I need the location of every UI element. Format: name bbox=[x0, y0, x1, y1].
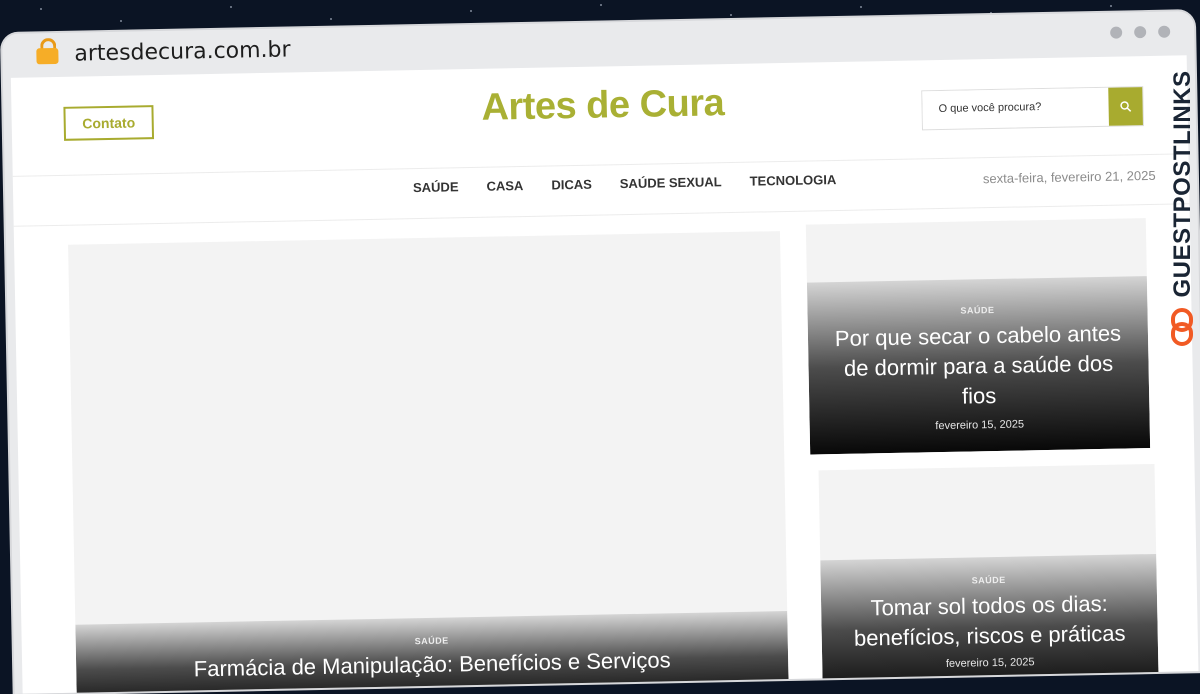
page-viewport: Contato Artes de Cura SAÚDE CASA DICAS S… bbox=[10, 55, 1199, 694]
post-card[interactable]: SAÚDE Por que secar o cabelo antes de do… bbox=[805, 218, 1151, 455]
post-title[interactable]: Tomar sol todos os dias: benefícios, ris… bbox=[841, 588, 1138, 654]
search-input[interactable] bbox=[922, 87, 1125, 128]
site-logo[interactable]: Artes de Cura bbox=[481, 82, 724, 130]
link-icon bbox=[1171, 308, 1193, 346]
contact-button[interactable]: Contato bbox=[63, 105, 155, 141]
post-title[interactable]: Por que secar o cabelo antes de dormir p… bbox=[828, 318, 1130, 414]
nav-item-casa[interactable]: CASA bbox=[486, 178, 523, 194]
badge-text: GUESTPOSTLINKS bbox=[1169, 70, 1196, 298]
search-button[interactable] bbox=[1108, 87, 1143, 126]
nav-item-saude[interactable]: SAÚDE bbox=[413, 179, 459, 195]
featured-post-card[interactable]: SAÚDE Farmácia de Manipulação: Benefício… bbox=[68, 231, 789, 694]
window-dot-icon[interactable] bbox=[1110, 26, 1123, 39]
lock-icon bbox=[36, 37, 59, 65]
window-controls bbox=[1110, 25, 1171, 39]
nav-item-saude-sexual[interactable]: SAÚDE SEXUAL bbox=[620, 174, 722, 191]
current-date: sexta-feira, fevereiro 21, 2025 bbox=[982, 167, 1156, 187]
search-icon bbox=[1120, 101, 1132, 112]
guestpostlinks-badge: GUESTPOSTLINKS bbox=[1166, 58, 1200, 358]
main-nav: SAÚDE CASA DICAS SAÚDE SEXUAL TECNOLOGIA bbox=[413, 172, 837, 195]
nav-item-dicas[interactable]: DICAS bbox=[551, 177, 592, 193]
url-text[interactable]: artesdecura.com.br bbox=[74, 37, 291, 66]
browser-window: artesdecura.com.br Contato Artes de Cura… bbox=[2, 11, 1200, 694]
window-dot-icon[interactable] bbox=[1134, 26, 1147, 39]
search-box bbox=[921, 86, 1144, 131]
nav-item-tecnologia[interactable]: TECNOLOGIA bbox=[749, 172, 836, 189]
post-card[interactable]: SAÚDE Tomar sol todos os dias: benefício… bbox=[818, 463, 1159, 694]
window-dot-icon[interactable] bbox=[1158, 25, 1171, 38]
